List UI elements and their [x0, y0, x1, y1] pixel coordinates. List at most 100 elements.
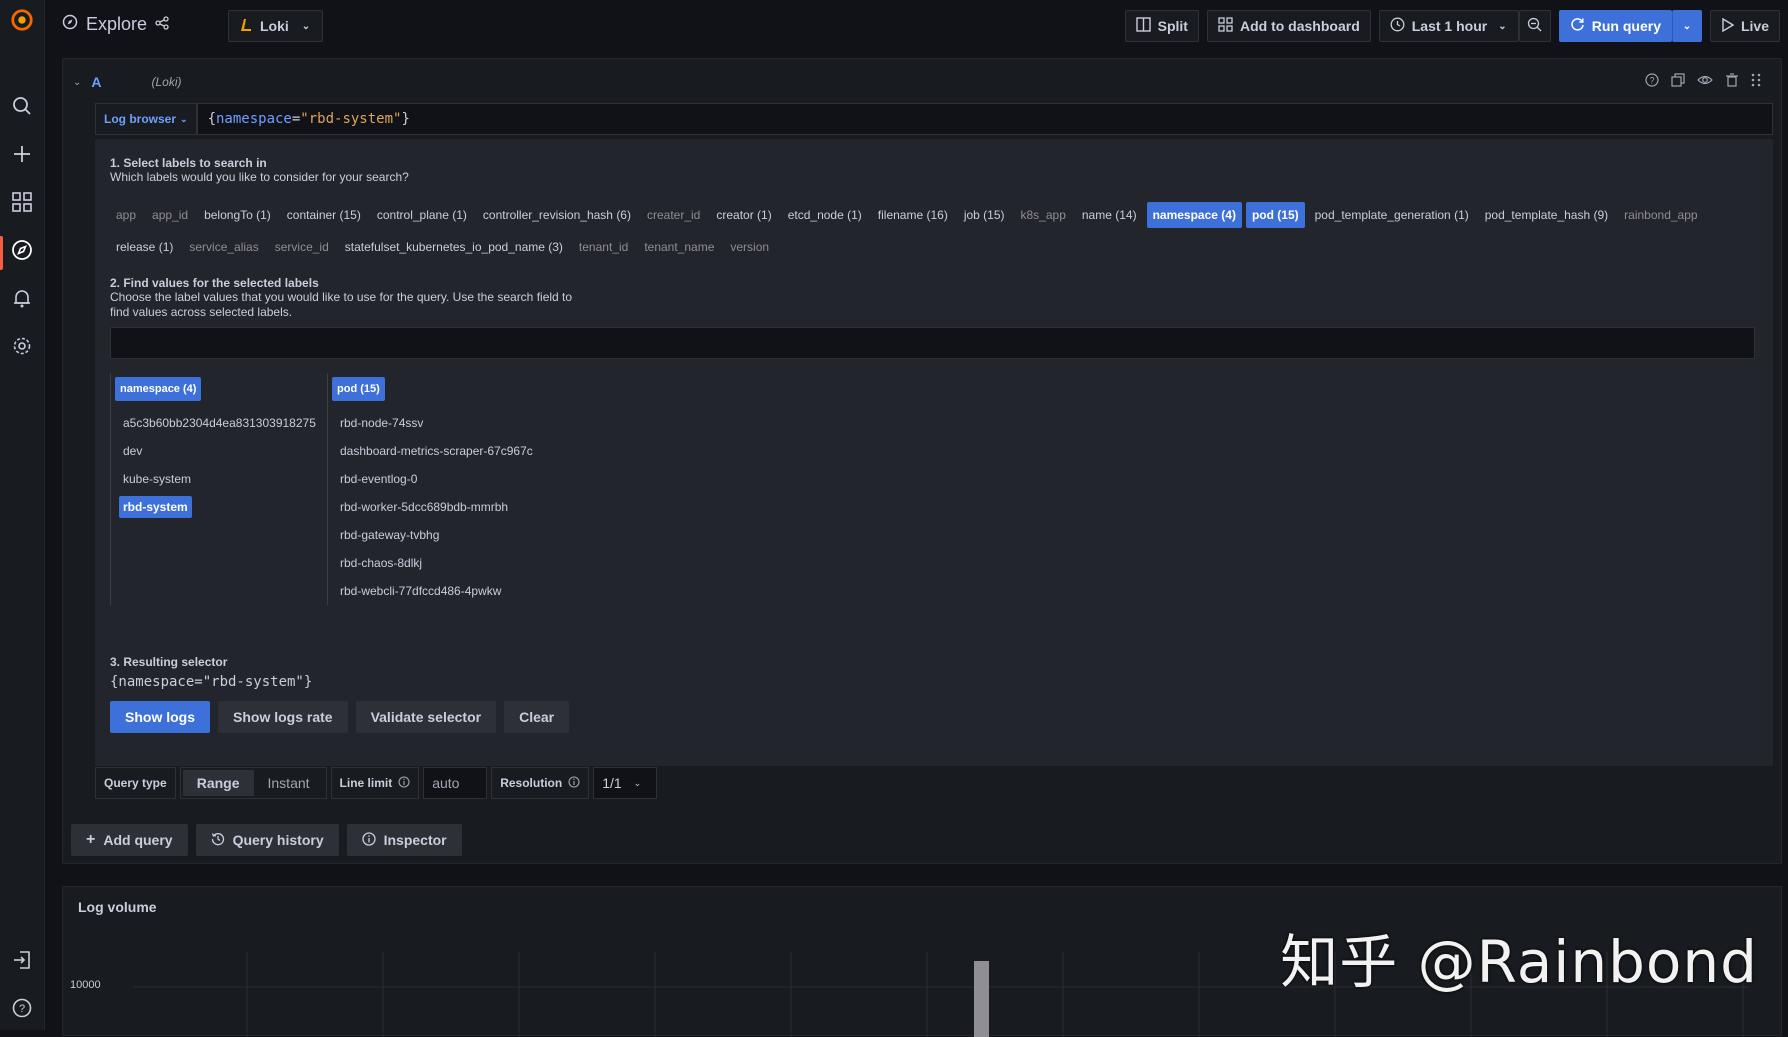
- add-query-button[interactable]: + Add query: [71, 824, 188, 856]
- range-option[interactable]: Range: [182, 770, 254, 796]
- info-circle-icon: [361, 831, 376, 849]
- label-chip[interactable]: job (15): [958, 202, 1011, 228]
- label-chip[interactable]: statefulset_kubernetes_io_pod_name (3): [339, 234, 569, 260]
- step2-description-line2: find values across selected labels.: [110, 305, 293, 319]
- show-logs-button[interactable]: Show logs: [110, 701, 210, 733]
- zoom-out-icon: [1527, 17, 1542, 35]
- label-chip[interactable]: tenant_name: [638, 234, 720, 260]
- add-to-dashboard-button[interactable]: Add to dashboard: [1206, 10, 1371, 42]
- label-chip[interactable]: controller_revision_hash (6): [477, 202, 637, 228]
- duplicate-icon[interactable]: [1671, 73, 1685, 90]
- label-value-item[interactable]: rbd-webcli-77dfccd486-4pwkw: [332, 577, 537, 605]
- label-chip[interactable]: name (14): [1076, 202, 1143, 228]
- chevron-down-icon: ⌄: [301, 20, 311, 32]
- play-icon: [1721, 17, 1735, 35]
- explore-compass-icon[interactable]: [10, 238, 34, 262]
- live-button[interactable]: Live: [1709, 10, 1780, 42]
- label-chip[interactable]: version: [724, 234, 775, 260]
- label-value-item[interactable]: dashboard-metrics-scraper-67c967c: [332, 437, 537, 465]
- label-value-item[interactable]: a5c3b60bb2304d4ea831303918275: [115, 409, 322, 437]
- resolution-select[interactable]: 1/1 ⌄: [593, 767, 658, 799]
- search-icon[interactable]: [10, 94, 34, 118]
- chevron-down-icon: ⌄: [1498, 20, 1507, 32]
- column-label-header[interactable]: pod (15): [332, 377, 385, 401]
- collapse-chevron-icon[interactable]: ⌄: [73, 77, 81, 88]
- log-browser-toggle[interactable]: Log browser ⌄: [95, 103, 197, 135]
- resulting-selector: {namespace="rbd-system"}: [110, 674, 313, 690]
- label-chip[interactable]: service_alias: [183, 234, 264, 260]
- trash-icon[interactable]: [1725, 73, 1739, 90]
- validate-selector-button[interactable]: Validate selector: [355, 701, 497, 733]
- run-query-dropdown[interactable]: ⌄: [1671, 10, 1702, 42]
- clear-button[interactable]: Clear: [504, 701, 570, 733]
- label-chip[interactable]: control_plane (1): [371, 202, 473, 228]
- label-value-item[interactable]: dev: [115, 437, 322, 465]
- inspector-button[interactable]: Inspector: [346, 824, 462, 856]
- dashboards-icon[interactable]: [10, 190, 34, 214]
- label-chip[interactable]: pod (15): [1245, 202, 1305, 228]
- label-chip[interactable]: service_id: [269, 234, 335, 260]
- apps-icon: [1218, 17, 1233, 35]
- show-logs-rate-button[interactable]: Show logs rate: [218, 701, 348, 733]
- label-value-item[interactable]: rbd-worker-5dcc689bdb-mmrbh: [332, 493, 537, 521]
- instant-option[interactable]: Instant: [254, 770, 324, 796]
- add-query-label: Add query: [103, 832, 173, 848]
- zoom-out-button[interactable]: [1518, 10, 1551, 42]
- label-value-item[interactable]: rbd-eventlog-0: [332, 465, 537, 493]
- split-button[interactable]: Split: [1124, 10, 1199, 42]
- plus-icon[interactable]: [10, 142, 34, 166]
- help-icon[interactable]: ?: [1645, 73, 1659, 90]
- label-chip[interactable]: container (15): [281, 202, 367, 228]
- share-icon[interactable]: [155, 14, 169, 35]
- label-chip[interactable]: filename (16): [872, 202, 954, 228]
- label-value-item[interactable]: kube-system: [115, 465, 322, 493]
- plus-icon: +: [86, 831, 96, 848]
- datasource-picker[interactable]: Loki ⌄: [228, 10, 323, 42]
- label-values-search-input[interactable]: [110, 327, 1755, 359]
- label-chip[interactable]: rainbond_app: [1618, 202, 1703, 228]
- label-chip[interactable]: k8s_app: [1015, 202, 1072, 228]
- sign-in-icon[interactable]: [10, 948, 34, 972]
- label-value-item[interactable]: rbd-system: [115, 493, 322, 521]
- alerting-bell-icon[interactable]: [10, 286, 34, 310]
- query-expression-input[interactable]: { namespace = "rbd-system" }: [196, 103, 1773, 135]
- eye-icon[interactable]: [1697, 73, 1713, 90]
- grafana-logo-icon[interactable]: [10, 8, 34, 32]
- top-bar: Explore Loki ⌄ Split Add to dashboard La…: [46, 0, 1788, 52]
- drag-handle-icon[interactable]: [1751, 73, 1761, 90]
- expr-brace-open: {: [207, 111, 216, 127]
- label-value-text: dev: [123, 444, 143, 458]
- info-icon[interactable]: [568, 775, 580, 791]
- label-chip[interactable]: creator (1): [710, 202, 777, 228]
- label-value-text: rbd-webcli-77dfccd486-4pwkw: [340, 584, 502, 598]
- label-chip[interactable]: pod_template_hash (9): [1479, 202, 1614, 228]
- run-query-button[interactable]: Run query: [1558, 10, 1672, 42]
- label-chip[interactable]: app: [110, 202, 142, 228]
- help-icon[interactable]: ?: [10, 996, 34, 1020]
- label-chip[interactable]: pod_template_generation (1): [1309, 202, 1475, 228]
- label-value-item[interactable]: rbd-gateway-tvbhg: [332, 521, 537, 549]
- pod-values-column: pod (15) rbd-node-74ssv dashboard-metrics-…: [327, 373, 537, 605]
- label-chip[interactable]: tenant_id: [573, 234, 634, 260]
- label-chip[interactable]: etcd_node (1): [782, 202, 868, 228]
- page-title: Explore: [62, 14, 169, 35]
- query-type-radio: Range Instant: [179, 767, 327, 799]
- line-limit-input[interactable]: auto: [423, 767, 488, 799]
- label-chip[interactable]: release (1): [110, 234, 179, 260]
- query-letter[interactable]: A: [91, 74, 101, 90]
- label-chip[interactable]: app_id: [146, 202, 194, 228]
- datasource-name: Loki: [260, 18, 289, 34]
- column-label-header[interactable]: namespace (4): [115, 377, 202, 401]
- chevron-down-icon: ⌄: [1682, 20, 1692, 32]
- label-value-item[interactable]: rbd-chaos-8dlkj: [332, 549, 537, 577]
- info-icon[interactable]: [398, 775, 410, 791]
- settings-gear-icon[interactable]: [10, 334, 34, 358]
- time-range-picker[interactable]: Last 1 hour ⌄: [1378, 10, 1519, 42]
- split-columns-icon: [1135, 17, 1151, 35]
- label-chip[interactable]: creater_id: [641, 202, 706, 228]
- query-history-button[interactable]: Query history: [195, 824, 339, 856]
- label-value-item[interactable]: rbd-node-74ssv: [332, 409, 537, 437]
- label-chip[interactable]: belongTo (1): [198, 202, 277, 228]
- query-row-header: ⌄ A (Loki) ?: [73, 69, 1771, 95]
- label-chip[interactable]: namespace (4): [1146, 202, 1242, 228]
